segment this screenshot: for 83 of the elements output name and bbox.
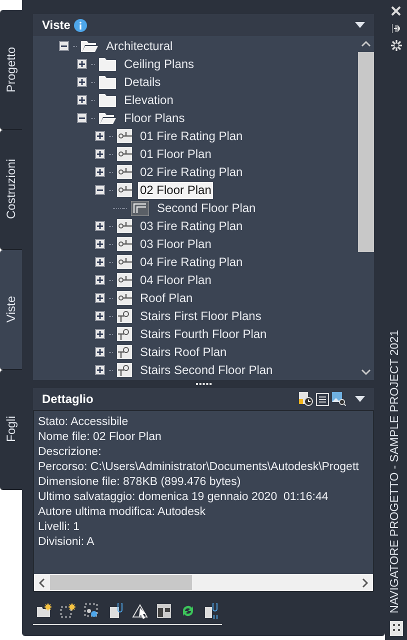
expand-icon[interactable] — [95, 311, 105, 321]
collapse-icon[interactable] — [95, 185, 105, 195]
open-folder-icon — [81, 40, 98, 52]
open-folder-icon — [99, 112, 116, 124]
folder-icon — [99, 57, 116, 71]
list-icon[interactable] — [316, 392, 329, 406]
collapse-icon[interactable] — [59, 41, 69, 51]
folder-icon — [99, 93, 116, 107]
tree-item[interactable]: 04 Floor Plan — [138, 272, 214, 288]
history-icon[interactable] — [299, 392, 313, 406]
tree-item[interactable]: Ceiling Plans — [122, 56, 196, 72]
detail-line: Livelli: 1 — [38, 520, 80, 535]
preview-search-icon[interactable] — [332, 392, 346, 406]
view-icon — [117, 291, 132, 305]
expand-icon[interactable] — [95, 365, 105, 375]
view-icon — [117, 147, 132, 161]
stairs-view-icon — [117, 363, 132, 377]
tree-item[interactable]: 02 Fire Rating Plan — [138, 164, 245, 180]
tree-item[interactable]: 02 Floor Plan — [138, 182, 214, 198]
expand-icon[interactable] — [95, 293, 105, 303]
side-tab[interactable]: Fogli — [0, 370, 22, 490]
sheet-view-icon — [131, 200, 149, 216]
dropdown-caret-icon[interactable] — [355, 396, 365, 402]
close-icon[interactable] — [391, 6, 401, 16]
side-tab[interactable]: Viste — [0, 250, 22, 370]
tree-item[interactable]: Roof Plan — [138, 290, 195, 306]
stairs-view-icon — [117, 327, 132, 341]
detail-line: Descrizione: — [38, 445, 102, 460]
expand-icon[interactable] — [95, 131, 105, 141]
folder-icon — [99, 75, 116, 89]
tree-item[interactable]: 03 Floor Plan — [138, 236, 214, 252]
settings-icon[interactable] — [390, 40, 402, 51]
view-icon — [117, 255, 132, 269]
expand-icon[interactable] — [95, 275, 105, 285]
tree-item[interactable]: Stairs Fourth Floor Plan — [138, 326, 269, 342]
tree-item[interactable]: 01 Floor Plan — [138, 146, 214, 162]
horizontal-scrollbar[interactable] — [34, 574, 373, 591]
detail-line: Dimensione file: 878KB (899.476 bytes) — [38, 475, 241, 490]
building-icon[interactable] — [390, 621, 402, 636]
tree-item[interactable]: Stairs First Floor Plans — [138, 308, 264, 324]
views-header: Viste — [33, 14, 374, 36]
side-tab[interactable]: Progetto — [0, 10, 22, 130]
detail-line: Ultimo salvataggio: domenica 19 gennaio 2020 01:16:44 — [38, 490, 328, 505]
view-icon — [117, 237, 132, 251]
view-icon — [117, 165, 132, 179]
expand-icon[interactable] — [95, 347, 105, 357]
tree-item[interactable]: Details — [122, 74, 163, 90]
detail-line: Divisioni: A — [38, 535, 94, 550]
expand-icon[interactable] — [95, 167, 105, 177]
expand-icon[interactable] — [77, 95, 87, 105]
tree-item[interactable]: Second Floor Plan — [155, 200, 258, 216]
info-icon[interactable] — [74, 18, 88, 32]
expand-icon[interactable] — [77, 77, 87, 87]
side-tab[interactable]: Costruzioni — [0, 130, 22, 250]
tree-item[interactable]: 01 Fire Rating Plan — [138, 128, 245, 144]
tree-item[interactable]: Stairs Second Floor Plan — [138, 362, 275, 378]
detail-line: Autore ultima modifica: Autodesk — [38, 505, 206, 520]
view-icon — [117, 219, 132, 233]
view-icon — [117, 129, 132, 143]
tree-item[interactable]: 03 Fire Rating Plan — [138, 218, 245, 234]
tree-item[interactable]: Architectural — [104, 38, 175, 54]
detail-header: Dettaglio — [33, 388, 374, 410]
view-icon — [117, 273, 132, 287]
detail-line: Nome file: 02 Floor Plan — [38, 430, 162, 445]
expand-icon[interactable] — [95, 221, 105, 231]
detail-line: Stato: Accessibile — [38, 415, 128, 430]
detail-line: Percorso: C:\Users\Administrator\Documents\Autodesk\Progett — [38, 460, 359, 475]
tree-item[interactable]: Floor Plans — [122, 110, 187, 126]
collapse-icon[interactable] — [77, 113, 87, 123]
expand-icon[interactable] — [95, 239, 105, 249]
expand-icon[interactable] — [95, 257, 105, 267]
stairs-view-icon — [117, 309, 132, 323]
tree-item[interactable]: Stairs Roof Plan — [138, 344, 229, 360]
view-icon — [117, 183, 132, 197]
tree-item[interactable]: Elevation — [122, 92, 176, 108]
expand-icon[interactable] — [77, 59, 87, 69]
expand-icon[interactable] — [95, 149, 105, 159]
dropdown-caret-icon[interactable] — [355, 22, 365, 28]
expand-icon[interactable] — [95, 329, 105, 339]
pin-icon[interactable] — [392, 24, 400, 33]
tree-item[interactable]: 04 Fire Rating Plan — [138, 254, 245, 270]
panel-title: NAVIGATORE PROGETTO - SAMPLE PROJECT 2021 — [388, 330, 402, 613]
stairs-view-icon — [117, 345, 132, 359]
